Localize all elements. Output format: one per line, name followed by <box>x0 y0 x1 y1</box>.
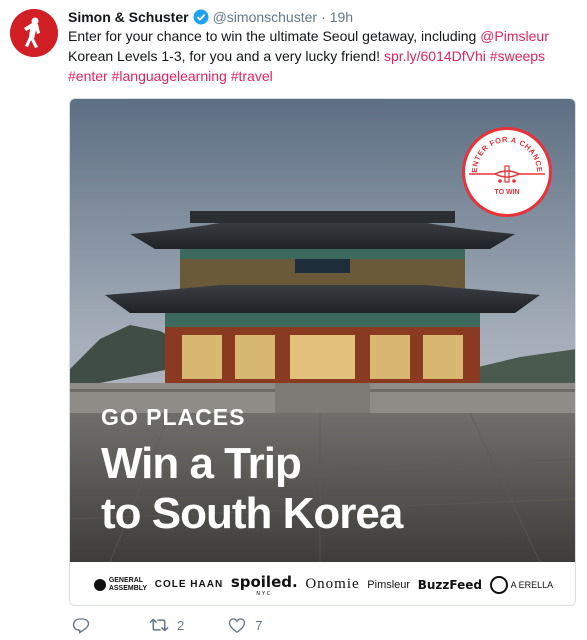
avatar[interactable] <box>10 9 58 57</box>
sower-logo-icon <box>10 9 58 57</box>
sponsor-last-label: A ERELLA <box>510 579 554 590</box>
hashtag-sweeps[interactable]: #sweeps <box>490 48 545 64</box>
url-link[interactable]: spr.ly/6014DfVhi <box>384 48 486 64</box>
headline-line-1: Win a Trip <box>101 439 302 488</box>
promo-headline: Win a Trip to South Korea <box>101 439 403 539</box>
retweet-icon <box>149 618 169 632</box>
verified-badge-icon <box>193 9 209 25</box>
badge-text-bottom: TO WIN <box>494 189 519 196</box>
hashtag-travel[interactable]: #travel <box>231 68 273 84</box>
like-button[interactable]: 7 <box>228 617 262 634</box>
spoiled-sub: NYC <box>256 590 273 597</box>
hashtag-enter[interactable]: #enter <box>68 68 108 84</box>
general-assembly-logo: GENERAL ASSEMBLY <box>93 576 148 593</box>
reply-icon <box>72 618 90 634</box>
author-handle[interactable]: @simonschuster <box>213 9 317 25</box>
tweet-text-part1: Enter for your chance to win the ultimat… <box>68 28 481 44</box>
ga-line1: GENERAL <box>108 576 144 584</box>
onomie-logo: Onomie <box>305 576 360 592</box>
retweet-button[interactable]: 2 <box>149 616 184 634</box>
tweet-actions: 2 7 <box>68 614 262 636</box>
tweet-media[interactable]: GO PLACES Win a Trip to South Korea ENTE… <box>69 98 576 606</box>
hashtag-languagelearning[interactable]: #languagelearning <box>112 68 227 84</box>
airplane-icon <box>469 165 545 183</box>
enter-to-win-badge: ENTER FOR A CHANCE TO WIN <box>462 127 552 217</box>
separator-dot: · <box>321 9 326 25</box>
spoiled-logo: spoiled. NYC <box>231 573 298 597</box>
headline-line-2: to South Korea <box>101 489 403 538</box>
sponsor-logos: GENERAL ASSEMBLY COLE HAAN spoiled. NYC O… <box>70 562 575 605</box>
buzzfeed-logo: BuzzFeed <box>417 577 482 592</box>
author-name[interactable]: Simon & Schuster <box>68 9 189 25</box>
like-count: 7 <box>255 617 263 633</box>
pimsleur-logo: Pimsleur <box>367 578 411 591</box>
mention-link[interactable]: @Pimsleur <box>480 28 549 44</box>
heart-icon <box>229 617 246 633</box>
reply-button[interactable] <box>72 616 90 634</box>
tweet-text: Enter for your chance to win the ultimat… <box>68 26 573 86</box>
ga-line2: ASSEMBLY <box>108 584 148 592</box>
tweet-text-part2: Korean Levels 1-3, for you and a very lu… <box>68 48 384 64</box>
promo-kicker: GO PLACES <box>101 404 246 430</box>
svg-text:ENTER FOR A CHANCE: ENTER FOR A CHANCE <box>470 135 544 173</box>
badge-text-top: ENTER FOR A CHANCE <box>470 135 544 173</box>
tweet-header: Simon & Schuster @simonschuster · 19h <box>68 8 353 26</box>
spoiled-label: spoiled. <box>230 572 298 591</box>
retweet-count: 2 <box>177 617 185 633</box>
sponsor-circle-icon <box>489 575 508 594</box>
general-assembly-icon <box>93 578 106 591</box>
tweet-timestamp[interactable]: 19h <box>330 9 353 25</box>
sponsor-logo-last: A ERELLA <box>489 575 554 594</box>
cole-haan-logo: COLE HAAN <box>154 579 224 590</box>
